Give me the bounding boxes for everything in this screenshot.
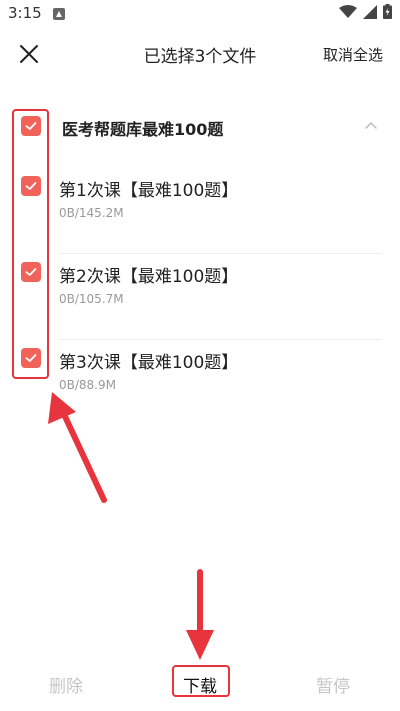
download-highlight-annotation [172,665,230,697]
annotation-arrows [48,392,214,660]
pause-button[interactable]: 暂停 [316,672,350,697]
delete-button[interactable]: 删除 [49,672,83,697]
arrow-down-annotation [186,569,214,660]
arrow-up-annotation [48,392,107,503]
